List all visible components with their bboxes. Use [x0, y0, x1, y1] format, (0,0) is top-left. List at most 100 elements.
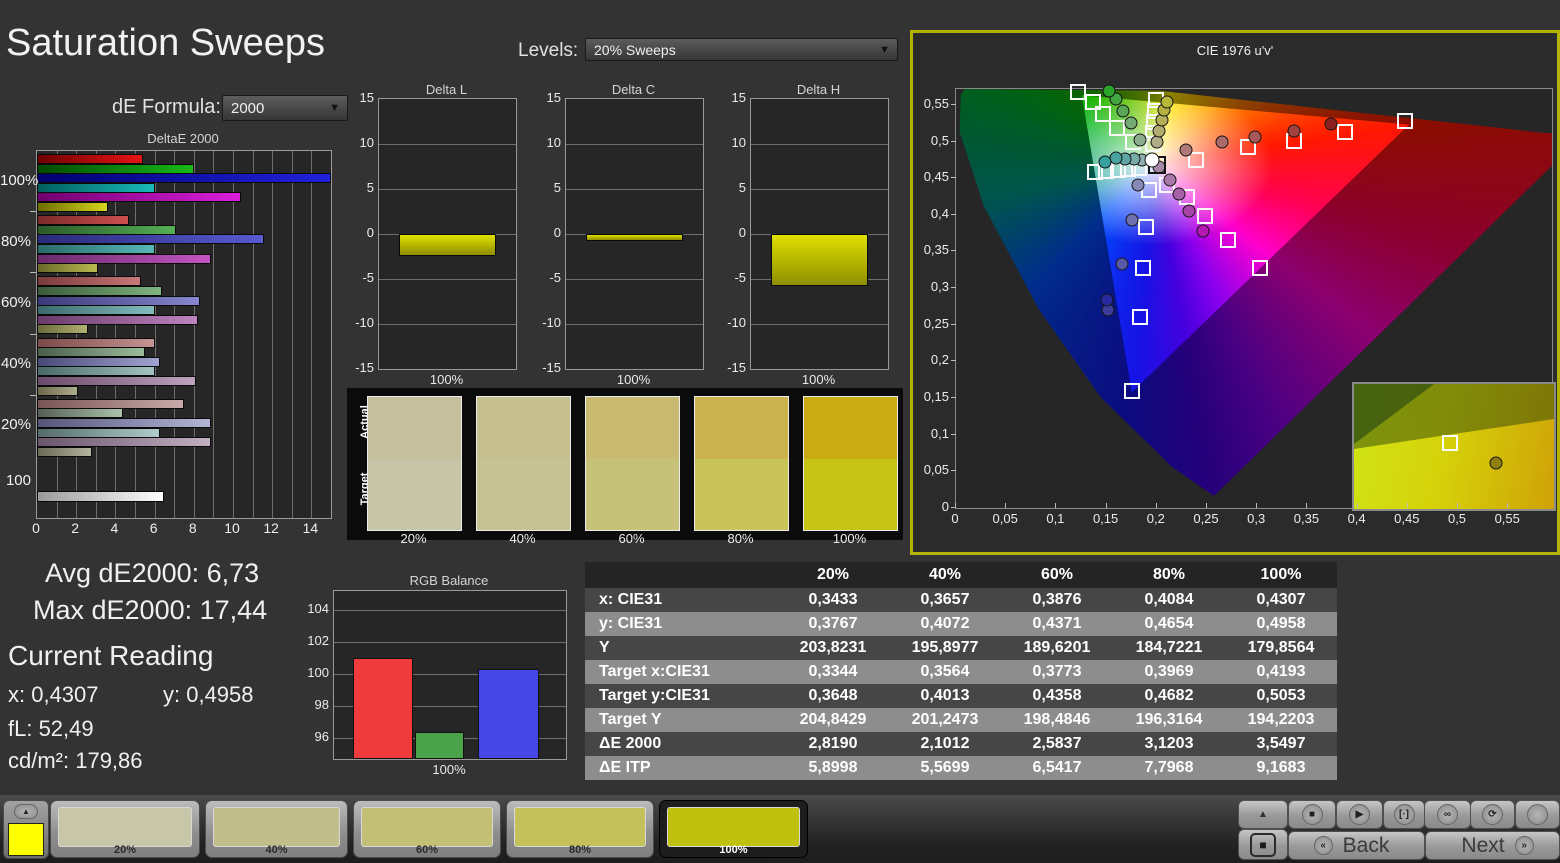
x-tick: [1457, 503, 1459, 508]
swatch-40%: [476, 396, 571, 531]
y-tick-label: -5: [362, 270, 374, 285]
y-tick-label: 15: [546, 90, 561, 105]
patch-tile-40%[interactable]: 40%: [205, 800, 348, 858]
x-tick: [1507, 503, 1509, 508]
delta-chart-delta-l: [378, 98, 517, 370]
levels-label: Levels:: [518, 40, 579, 61]
x-tick-label: 0,45: [1394, 511, 1420, 526]
y-tick-label: -10: [542, 315, 561, 330]
cie-measured-yellow: [1160, 95, 1174, 109]
cie-target-green: [1108, 119, 1125, 136]
bar-cyan: [37, 244, 155, 254]
reading-cdm2: cd/m²: 179,86: [8, 748, 143, 773]
back-button[interactable]: « Back: [1288, 831, 1425, 860]
y-tick-label: 104: [307, 601, 329, 617]
gridline: [751, 324, 888, 325]
cie-measured-blue: [1100, 293, 1114, 307]
x-tick: [1105, 503, 1107, 508]
stop-pattern-button[interactable]: ■: [1238, 829, 1288, 860]
cie-measured-green: [1124, 116, 1138, 130]
tile-swatch: [213, 807, 340, 847]
patch-tile-60%[interactable]: 60%: [353, 800, 501, 858]
table-col-header: 80%: [1113, 562, 1225, 588]
stop-button[interactable]: ■: [1288, 800, 1336, 829]
x-axis-label: 100%: [429, 372, 464, 387]
x-tick-label: 6: [149, 520, 158, 536]
y-tick: [951, 470, 956, 472]
target-swatch: [368, 459, 461, 530]
bar-red: [37, 337, 155, 348]
y-tick: [951, 397, 956, 399]
collapse-button[interactable]: ▲: [1238, 800, 1288, 829]
cie-measured-green: [1102, 84, 1116, 98]
x-tick-label: 0,25: [1193, 511, 1219, 526]
gridline: [566, 324, 703, 325]
y-tick: [951, 287, 956, 289]
cell-value: 0,4358: [1032, 687, 1082, 704]
next-button[interactable]: Next »: [1425, 831, 1560, 860]
x-tick-label: 0,05: [992, 511, 1018, 526]
cell-value: 2,1012: [920, 735, 970, 752]
bar-blue: [37, 234, 265, 245]
up-arrow-icon: ▲: [22, 807, 30, 816]
chevron-down-icon: ▼: [329, 102, 340, 114]
x-axis-label: 100%: [616, 372, 651, 387]
bar-white: [37, 491, 165, 502]
cie-measured-green: [1133, 133, 1147, 147]
y-tick: [951, 177, 956, 179]
target-swatch: [695, 459, 788, 530]
y-tick-label: 98: [314, 697, 329, 713]
cell-value: 0,3969: [1144, 663, 1194, 680]
y-tick: [951, 103, 956, 105]
back-label: Back: [1342, 833, 1390, 857]
cie-target-blue: [1123, 383, 1140, 400]
loop-button[interactable]: ⟳: [1470, 800, 1515, 829]
bar-yellow: [37, 263, 98, 274]
gridline: [233, 151, 234, 518]
cie-measured-red: [1324, 117, 1337, 131]
bar-magenta: [37, 437, 212, 448]
de-formula-dropdown[interactable]: 2000 ▼: [222, 95, 348, 121]
cell-value: 0,4084: [1144, 591, 1194, 608]
table-col-header: [585, 562, 777, 588]
deltae-chart: [36, 150, 332, 519]
max-de2000: Max dE2000: 17,44: [33, 595, 268, 625]
patch-tile-20%[interactable]: 20%: [50, 800, 200, 858]
cell-value: 3,1203: [1144, 735, 1194, 752]
delta-bar: [586, 234, 683, 241]
gridline: [272, 151, 274, 518]
bar-yellow: [37, 385, 79, 396]
loop-icon: ⟳: [1482, 804, 1503, 825]
stop-square-icon: ■: [1250, 832, 1276, 857]
reading-x: x: 0,4307: [8, 682, 99, 707]
patch-up-arrow-button[interactable]: ▲: [14, 804, 38, 819]
x-tick-label: 4: [110, 520, 119, 536]
y-tick: [30, 394, 36, 396]
tile-label: 100%: [719, 844, 748, 856]
y-tick-label: -10: [355, 315, 374, 330]
cell-value: 7,7968: [1144, 759, 1194, 776]
y-tick-label: 0: [738, 225, 746, 240]
x-tick-label: 10: [224, 520, 240, 536]
levels-dropdown[interactable]: 20% Sweeps ▼: [585, 38, 898, 61]
cie-measured-cyan: [1098, 155, 1112, 169]
patch-tile-80%[interactable]: 80%: [506, 800, 654, 858]
current-patch-swatch: [8, 823, 44, 856]
x-axis-label: 100%: [432, 762, 466, 777]
y-tick-label: -15: [727, 360, 746, 375]
swatch-label: 80%: [727, 531, 754, 546]
continuous-button[interactable]: ∞: [1424, 800, 1471, 829]
play-button[interactable]: ▶: [1336, 800, 1383, 829]
tile-swatch: [361, 807, 493, 847]
cell-value: 0,4193: [1256, 663, 1306, 680]
y-tick-label: 10: [731, 135, 746, 150]
cie-white-point: [1144, 152, 1160, 168]
patch-tile-100%[interactable]: 100%: [659, 800, 808, 858]
actual-swatch: [804, 397, 897, 459]
record-button[interactable]: [1515, 800, 1560, 829]
reading-y: y: 0,4958: [163, 682, 254, 707]
target-swatch: [477, 459, 570, 530]
single-measure-button[interactable]: [·]: [1383, 800, 1425, 829]
table-row: Y 203,8231 195,8977 189,6201 184,7221 179,856…: [585, 636, 1337, 660]
group-label: 20%: [0, 416, 31, 434]
